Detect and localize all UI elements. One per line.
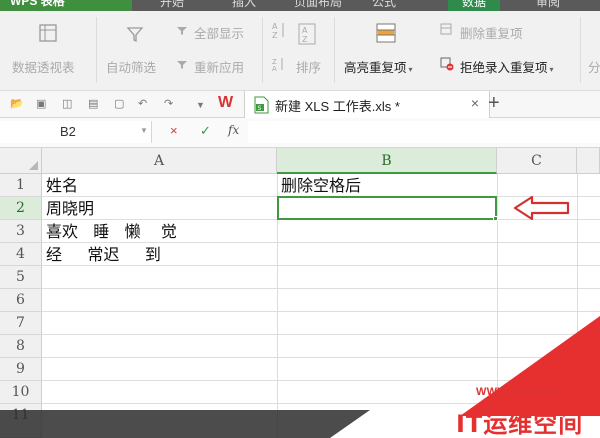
split-button[interactable]: 分 <box>588 57 600 76</box>
export-icon[interactable]: ▢ <box>114 97 124 110</box>
row-header-2[interactable]: 2 <box>0 197 42 220</box>
insert-function-icon[interactable]: fx <box>228 123 239 137</box>
cell-b1[interactable]: 删除空格后 <box>277 174 361 197</box>
svg-text:A: A <box>272 65 277 71</box>
cell-a4[interactable]: 经 常迟 到 <box>42 243 161 266</box>
reject-duplicates-icon <box>440 57 454 74</box>
menu-tab-bar: WPS 表格 开始 插入 页面布局 公式 数据 审阅 <box>0 0 600 11</box>
svg-text:A: A <box>302 26 308 35</box>
row-header-1[interactable]: 1 <box>0 174 42 197</box>
row-header-10[interactable]: 10 <box>0 381 42 404</box>
close-tab-icon[interactable]: × <box>471 95 479 111</box>
cell-a2[interactable]: 周晓明 <box>42 197 94 220</box>
highlight-duplicates-icon <box>376 23 396 46</box>
tab-data[interactable]: 数据 <box>448 0 501 11</box>
row-header-3[interactable]: 3 <box>0 220 42 243</box>
spreadsheet-window: WPS 表格 开始 插入 页面布局 公式 数据 审阅 数据透视表 自动筛选 全部… <box>0 0 600 438</box>
tab-formulas[interactable]: 公式 <box>372 0 396 11</box>
highlight-duplicates-button[interactable]: 高亮重复项 ▾ <box>344 57 413 76</box>
reject-duplicates-button[interactable]: 拒绝录入重复项 ▾ <box>460 57 554 76</box>
cell-a1[interactable]: 姓名 <box>42 174 78 197</box>
svg-text:Z: Z <box>272 31 278 39</box>
delete-duplicates-button[interactable]: 删除重复项 <box>460 23 523 42</box>
tab-page-layout[interactable]: 页面布局 <box>294 0 342 11</box>
confirm-edit-icon[interactable]: ✓ <box>200 123 211 139</box>
name-box[interactable]: B2 ▼ <box>0 121 152 143</box>
formula-input[interactable] <box>248 121 600 143</box>
column-header-c[interactable]: C <box>497 148 577 174</box>
xls-file-icon: S <box>253 96 269 117</box>
select-all-corner[interactable] <box>0 148 42 174</box>
name-box-caret-icon[interactable]: ▼ <box>140 126 148 135</box>
cancel-edit-icon[interactable]: × <box>170 123 178 138</box>
new-tab-button[interactable]: + <box>488 91 500 115</box>
cell-a3[interactable]: 喜欢 睡 懒 觉 <box>42 220 177 243</box>
pivot-table-button[interactable]: 数据透视表 <box>12 57 75 76</box>
show-all-icon <box>176 25 188 40</box>
ribbon-data: 数据透视表 自动筛选 全部显示 重新应用 AZ AZ ZA 排序 高亮重复项 ▾… <box>0 11 600 91</box>
sort-desc-icon: ZA <box>272 57 286 74</box>
column-header-a[interactable]: A <box>42 148 277 174</box>
fill-handle[interactable] <box>493 216 498 221</box>
tab-insert[interactable]: 插入 <box>232 0 256 11</box>
row-header-8[interactable]: 8 <box>0 335 42 358</box>
redo-icon[interactable]: ↷ <box>164 97 173 110</box>
tab-start[interactable]: 开始 <box>160 0 184 11</box>
app-menu-button[interactable]: WPS 表格 <box>0 0 132 11</box>
open-folder-icon[interactable]: 📂 <box>10 97 24 110</box>
wps-logo-icon: W <box>218 94 234 111</box>
tab-review[interactable]: 审阅 <box>536 0 560 11</box>
svg-text:A: A <box>272 22 278 31</box>
sort-small-icon: AZ <box>272 21 286 42</box>
autofilter-button[interactable]: 自动筛选 <box>106 57 156 76</box>
annotation-arrow-icon <box>512 194 572 225</box>
undo-icon[interactable]: ↶ <box>138 97 147 110</box>
formula-bar: B2 ▼ × ✓ fx <box>0 118 600 148</box>
watermark-url: WWW.94IP.COM <box>476 386 564 398</box>
document-tab[interactable]: S 新建 XLS 工作表.xls * × <box>244 91 490 118</box>
active-cell-b2[interactable] <box>277 196 497 220</box>
print-icon[interactable]: ▤ <box>88 97 98 110</box>
pivot-table-icon <box>38 23 58 46</box>
column-header-b[interactable]: B <box>277 148 497 174</box>
print-preview-icon[interactable]: ◫ <box>62 97 72 110</box>
save-icon[interactable]: ▣ <box>36 97 46 110</box>
row-header-9[interactable]: 9 <box>0 358 42 381</box>
reapply-button[interactable]: 重新应用 <box>194 57 244 76</box>
column-header-d[interactable] <box>577 148 600 174</box>
row-header-6[interactable]: 6 <box>0 289 42 312</box>
show-all-button[interactable]: 全部显示 <box>194 23 244 42</box>
name-box-value: B2 <box>60 124 76 139</box>
customize-caret-icon[interactable]: ▼ <box>196 100 205 110</box>
svg-text:Z: Z <box>302 35 308 44</box>
reapply-icon <box>176 59 188 74</box>
filter-icon <box>126 25 144 46</box>
row-header-4[interactable]: 4 <box>0 243 42 266</box>
delete-duplicates-icon <box>440 23 452 38</box>
document-tab-label: 新建 XLS 工作表.xls * <box>275 99 400 114</box>
sort-button[interactable]: 排序 <box>296 57 321 76</box>
watermark-logo-text: IT运维空间 <box>456 410 584 438</box>
row-header-5[interactable]: 5 <box>0 266 42 289</box>
row-header-7[interactable]: 7 <box>0 312 42 335</box>
svg-text:S: S <box>258 105 262 112</box>
sort-icon: AZ <box>298 23 316 48</box>
